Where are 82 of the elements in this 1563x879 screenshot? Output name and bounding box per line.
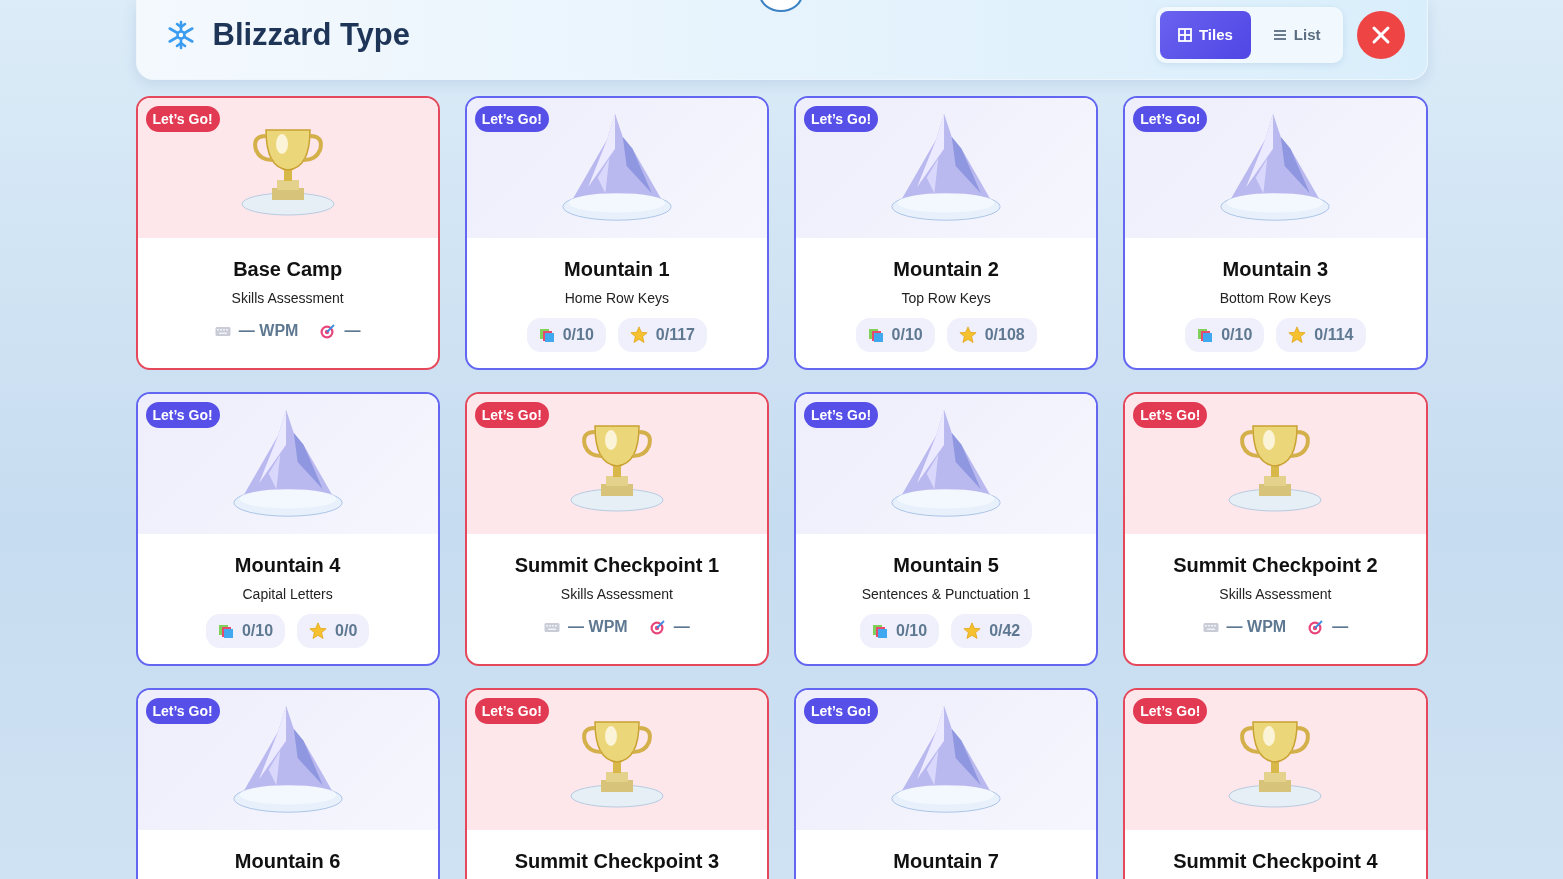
- wpm-value: — WPM: [1226, 618, 1287, 636]
- books-icon: [1197, 327, 1214, 343]
- level-title: Mountain 2: [893, 258, 999, 281]
- lets-go-badge: Let’s Go!: [145, 106, 220, 132]
- star-icon: [629, 326, 648, 344]
- level-title: Summit Checkpoint 1: [514, 554, 720, 577]
- keyboard-icon: [544, 621, 561, 633]
- level-card[interactable]: Let’s Go! Mountain 6: [135, 688, 440, 879]
- lets-go-badge: Let’s Go!: [804, 698, 879, 724]
- level-title: Mountain 4: [234, 554, 341, 577]
- lets-go-badge: Let’s Go!: [145, 402, 220, 428]
- level-card[interactable]: Let’s Go! Mountain 3 Bottom Row Keys 0/10 0/114: [1123, 96, 1428, 370]
- list-tab[interactable]: List: [1254, 10, 1339, 59]
- lets-go-badge: Let’s Go!: [1133, 698, 1208, 724]
- lets-go-badge: Let’s Go!: [474, 698, 549, 724]
- level-subtitle: Capital Letters: [242, 586, 333, 602]
- lets-go-badge: Let’s Go!: [474, 402, 549, 428]
- level-title: Base Camp: [233, 258, 343, 281]
- lets-go-badge: Let’s Go!: [1133, 106, 1208, 132]
- level-card[interactable]: Let’s Go! Mountain 5 Sentences & Punctuation 1 0/10 0/42: [794, 392, 1099, 666]
- books-icon: [217, 623, 234, 639]
- level-subtitle: Top Row Keys: [901, 290, 991, 306]
- level-card[interactable]: Let’s Go! Base Camp Skills Assessment — WPM —: [135, 96, 440, 370]
- menu-icon: [1272, 27, 1287, 42]
- accuracy-value: —: [673, 618, 690, 636]
- level-subtitle: Skills Assessment: [560, 586, 673, 602]
- app-title: Blizzard Type: [212, 16, 411, 53]
- level-subtitle: Home Row Keys: [564, 290, 669, 306]
- level-title: Mountain 1: [564, 258, 670, 281]
- level-subtitle: Skills Assessment: [1219, 586, 1332, 602]
- star-icon: [958, 326, 977, 344]
- lessons-count: 0/10: [241, 622, 274, 640]
- level-card[interactable]: Let’s Go! Summit Checkpoint 3: [464, 688, 769, 879]
- stars-count: 0/0: [335, 622, 358, 640]
- stars-count: 0/114: [1314, 326, 1354, 344]
- keyboard-icon: [214, 325, 231, 337]
- star-icon: [1288, 326, 1307, 344]
- target-icon: [320, 323, 337, 339]
- level-card[interactable]: Let’s Go! Mountain 7: [794, 688, 1099, 879]
- level-card[interactable]: Let’s Go! Mountain 2 Top Row Keys 0/10 0/108: [794, 96, 1099, 370]
- level-title: Mountain 7: [893, 850, 999, 873]
- stars-count: 0/117: [655, 326, 695, 344]
- accuracy-value: —: [344, 322, 361, 340]
- level-card[interactable]: Let’s Go! Summit Checkpoint 1 Skills Assessment — WPM —: [464, 392, 769, 666]
- books-icon: [867, 327, 884, 343]
- level-card[interactable]: Let’s Go! Summit Checkpoint 4: [1123, 688, 1428, 879]
- lets-go-badge: Let’s Go!: [804, 402, 879, 428]
- target-icon: [649, 619, 666, 635]
- accuracy-value: —: [1332, 618, 1349, 636]
- lets-go-badge: Let’s Go!: [1133, 402, 1208, 428]
- books-icon: [872, 623, 888, 639]
- lessons-count: 0/10: [896, 622, 928, 640]
- tiles-tab[interactable]: Tiles: [1159, 10, 1251, 59]
- star-icon: [963, 622, 982, 640]
- level-subtitle: Sentences & Punctuation 1: [861, 586, 1031, 602]
- keyboard-icon: [1202, 621, 1219, 633]
- stars-count: 0/42: [989, 622, 1021, 640]
- lessons-count: 0/10: [891, 326, 923, 344]
- close-icon: [1370, 24, 1391, 45]
- level-title: Summit Checkpoint 3: [514, 850, 720, 873]
- level-card[interactable]: Let’s Go! Mountain 1 Home Row Keys 0/10 0/117: [464, 96, 769, 370]
- lessons-count: 0/10: [1221, 326, 1253, 344]
- level-title: Summit Checkpoint 4: [1173, 850, 1378, 873]
- lets-go-badge: Let’s Go!: [804, 106, 879, 132]
- level-subtitle: Skills Assessment: [231, 290, 344, 306]
- wpm-value: — WPM: [568, 618, 628, 636]
- wpm-value: — WPM: [238, 322, 299, 340]
- level-card[interactable]: Let’s Go! Mountain 4 Capital Letters 0/10 0/0: [135, 392, 440, 666]
- target-icon: [1308, 619, 1325, 635]
- level-title: Summit Checkpoint 2: [1173, 554, 1378, 577]
- level-card[interactable]: Let’s Go! Summit Checkpoint 2 Skills Assessment — WPM —: [1123, 392, 1428, 666]
- level-title: Mountain 3: [1222, 258, 1329, 281]
- level-title: Mountain 6: [234, 850, 341, 873]
- lets-go-badge: Let’s Go!: [145, 698, 220, 724]
- books-icon: [538, 327, 555, 343]
- level-subtitle: Bottom Row Keys: [1219, 290, 1331, 306]
- star-icon: [309, 622, 328, 640]
- lets-go-badge: Let’s Go!: [474, 106, 549, 132]
- grid-icon: [1177, 27, 1192, 42]
- level-title: Mountain 5: [893, 554, 999, 577]
- lessons-count: 0/10: [562, 326, 594, 344]
- stars-count: 0/108: [984, 326, 1025, 344]
